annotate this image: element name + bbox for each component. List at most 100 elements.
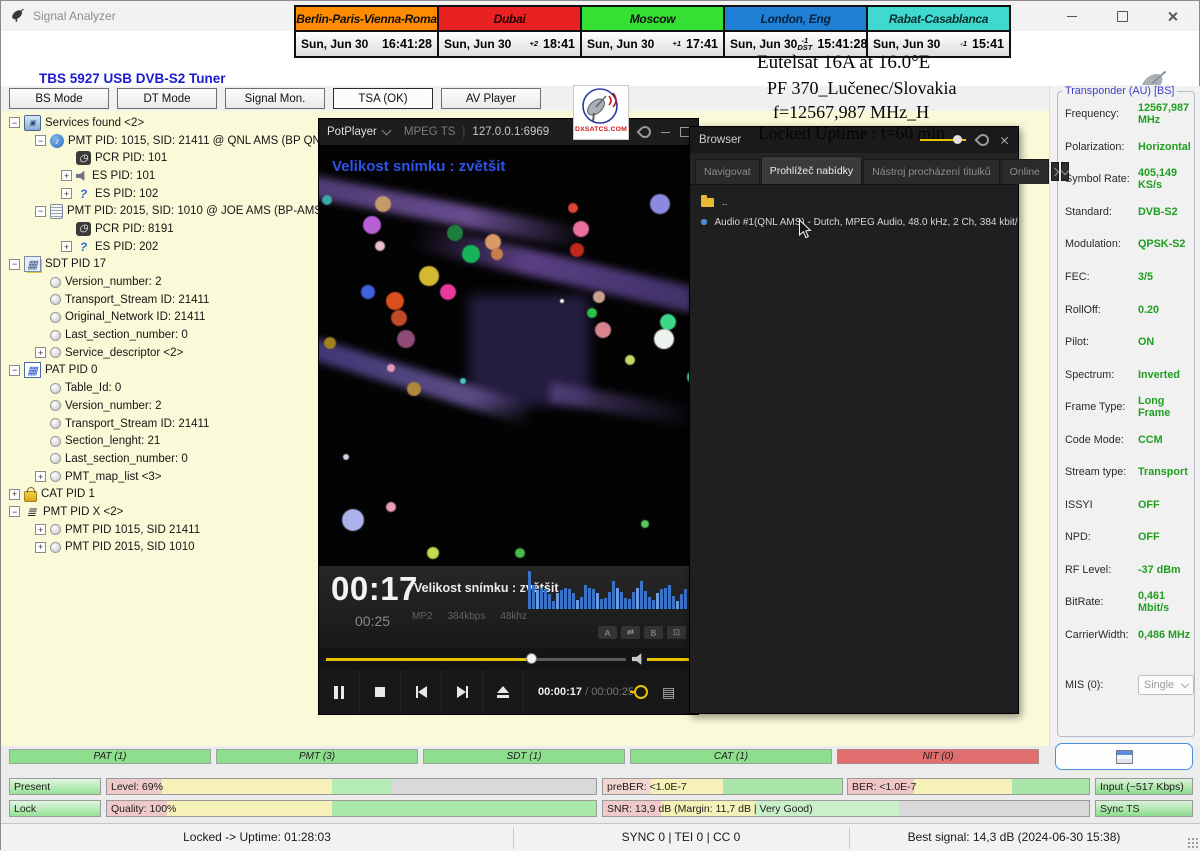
bokeh-dot — [573, 221, 589, 237]
browser-pin-icon[interactable] — [975, 132, 992, 149]
seek-handle[interactable] — [526, 653, 537, 664]
player-quick-button[interactable]: A — [598, 626, 617, 639]
playlist-icon[interactable]: ▤ — [662, 685, 675, 699]
tree-item[interactable]: Version_number: 2 — [7, 397, 317, 415]
volume-icon[interactable] — [632, 653, 644, 665]
next-button[interactable] — [442, 670, 483, 714]
transponder-row: Stream type:Transport — [1065, 456, 1194, 489]
tree-expander[interactable]: − — [9, 506, 20, 517]
browser-dropdown-button[interactable] — [1061, 162, 1069, 181]
browser-next-button[interactable] — [1051, 162, 1059, 181]
tree-item[interactable]: +PMT_map_list <3> — [7, 468, 317, 486]
snr-bar: SNR: 13,9 dB (Margin: 11,7 dB | Very Goo… — [602, 800, 1090, 817]
player-minimize-icon[interactable] — [661, 132, 670, 133]
tree-expander[interactable]: + — [35, 471, 46, 482]
pause-button[interactable] — [319, 670, 360, 714]
tree-item[interactable]: +?ES PID: 202 — [7, 238, 317, 256]
spectrum-bar — [576, 600, 579, 609]
tree-item[interactable]: Transport_Stream ID: 21411 — [7, 291, 317, 309]
parent-folder-item[interactable]: .. — [690, 192, 1018, 212]
close-button[interactable] — [1159, 5, 1185, 27]
input-rate-indicator: Input (~517 Kbps) — [1095, 778, 1193, 795]
browser-tab-4[interactable]: Online — [1001, 159, 1049, 184]
tree-item[interactable]: +Service_descriptor <2> — [7, 344, 317, 362]
tree-expander[interactable]: − — [9, 259, 20, 270]
stop-button[interactable] — [360, 670, 401, 714]
tree-item[interactable]: Version_number: 2 — [7, 273, 317, 291]
mis-select[interactable]: Single — [1138, 675, 1194, 695]
stop-icon — [375, 687, 385, 697]
bokeh-dot — [650, 194, 670, 214]
transponder-row: Spectrum:Inverted — [1065, 358, 1194, 391]
tab-signal-mon-[interactable]: Signal Mon. — [225, 88, 325, 109]
potplayer-titlebar[interactable]: PotPlayer MPEG TS | 127.0.0.1:6969 — [319, 119, 698, 145]
tree-item[interactable]: −▦SDT PID 17 — [7, 256, 317, 274]
close-icon — [1167, 11, 1178, 22]
tree-expander[interactable]: + — [61, 188, 72, 199]
player-info-panel: 00:17 00:25 Velikost snímku : zvětšit MP… — [319, 566, 698, 648]
transponder-row-value: 0,461 Mbit/s — [1138, 590, 1194, 614]
tree-expander[interactable]: + — [35, 524, 46, 535]
tree-expander[interactable]: − — [35, 206, 46, 217]
tree-item[interactable]: ◷PCR PID: 101 — [7, 149, 317, 167]
player-quick-button[interactable]: ⇄ — [621, 626, 640, 639]
tree-item[interactable]: +?ES PID: 102 — [7, 185, 317, 203]
tree-item[interactable]: +PMT PID 2015, SID 1010 — [7, 539, 317, 557]
tree-item[interactable]: Section_lenght: 21 — [7, 432, 317, 450]
playlist-search-icon[interactable] — [634, 685, 648, 699]
tree-item[interactable]: +ES PID: 101 — [7, 167, 317, 185]
tree-item[interactable]: −▦PAT PID 0 — [7, 362, 317, 380]
eject-button[interactable] — [483, 670, 524, 714]
previous-button[interactable] — [401, 670, 442, 714]
tree-item[interactable]: Last_section_number: 0 — [7, 326, 317, 344]
tree-expander[interactable]: − — [35, 135, 46, 146]
tree-item[interactable]: −≣PMT PID X <2> — [7, 503, 317, 521]
tree-expander[interactable]: − — [9, 365, 20, 376]
tree-item[interactable]: ◷PCR PID: 8191 — [7, 220, 317, 238]
tree-item[interactable]: −♪PMT PID: 1015, SID: 21411 @ QNL AMS (B… — [7, 132, 317, 150]
video-area[interactable]: Velikost snímku : zvětšit — [319, 145, 698, 566]
tree-expander[interactable]: − — [9, 117, 20, 128]
tree-item[interactable]: Original_Network ID: 21411 — [7, 309, 317, 327]
browser-close-icon[interactable] — [1000, 136, 1009, 145]
tree-expander[interactable]: + — [35, 347, 46, 358]
bokeh-dot — [419, 266, 439, 286]
tree-item[interactable]: −PMT PID: 2015, SID: 1010 @ JOE AMS (BP-… — [7, 202, 317, 220]
tree-item-label: PCR PID: 8191 — [95, 223, 174, 235]
bokeh-dot — [641, 520, 649, 528]
tree-item[interactable]: Last_section_number: 0 — [7, 450, 317, 468]
resize-grip[interactable] — [1188, 838, 1198, 848]
pin-icon[interactable] — [637, 124, 654, 141]
tab-tsa-ok-[interactable]: TSA (OK) — [333, 88, 433, 109]
quality-bar: Quality: 100% — [106, 800, 597, 817]
tree-item[interactable]: −▣Services found <2> — [7, 114, 317, 132]
tree-item[interactable]: +CAT PID 1 — [7, 485, 317, 503]
tree-expander[interactable]: + — [9, 489, 20, 500]
tab-av-player[interactable]: AV Player — [441, 88, 541, 109]
player-quick-button[interactable]: ⊡ — [667, 626, 686, 639]
maximize-button[interactable] — [1109, 5, 1135, 27]
tree-item[interactable]: Transport_Stream ID: 21411 — [7, 415, 317, 433]
transponder-row-value: 12567,987 MHz — [1138, 102, 1194, 126]
player-quick-button[interactable]: B — [644, 626, 663, 639]
ts-tables-button[interactable] — [1055, 743, 1193, 770]
browser-tab-2[interactable]: Prohlížeč nabídky — [761, 156, 862, 184]
volume-slider[interactable] — [647, 658, 691, 661]
tree-expander[interactable]: + — [61, 241, 72, 252]
tree-expander[interactable]: + — [35, 542, 46, 553]
browser-tab-3[interactable]: Nástroj procházení titulků — [863, 159, 999, 184]
seek-bar[interactable] — [326, 658, 626, 661]
transponder-row-value: Horizontal — [1138, 141, 1191, 153]
browser-tab-1[interactable]: Navigovat — [695, 159, 760, 184]
transponder-row-value: 405,149 KS/s — [1138, 167, 1194, 191]
tab-bs-mode[interactable]: BS Mode — [9, 88, 109, 109]
minimize-button[interactable] — [1059, 5, 1085, 27]
spectrum-bar — [560, 590, 563, 609]
tab-dt-mode[interactable]: DT Mode — [117, 88, 217, 109]
potplayer-app-name[interactable]: PotPlayer — [327, 126, 377, 138]
tree-expander[interactable]: + — [61, 170, 72, 181]
tree-item[interactable]: +PMT PID 1015, SID 21411 — [7, 521, 317, 539]
transponder-row-label: Symbol Rate: — [1065, 173, 1138, 185]
tree-item[interactable]: Table_Id: 0 — [7, 379, 317, 397]
audio-track-item[interactable]: Audio #1(QNL AMS) - Dutch, MPEG Audio, 4… — [690, 212, 1018, 232]
